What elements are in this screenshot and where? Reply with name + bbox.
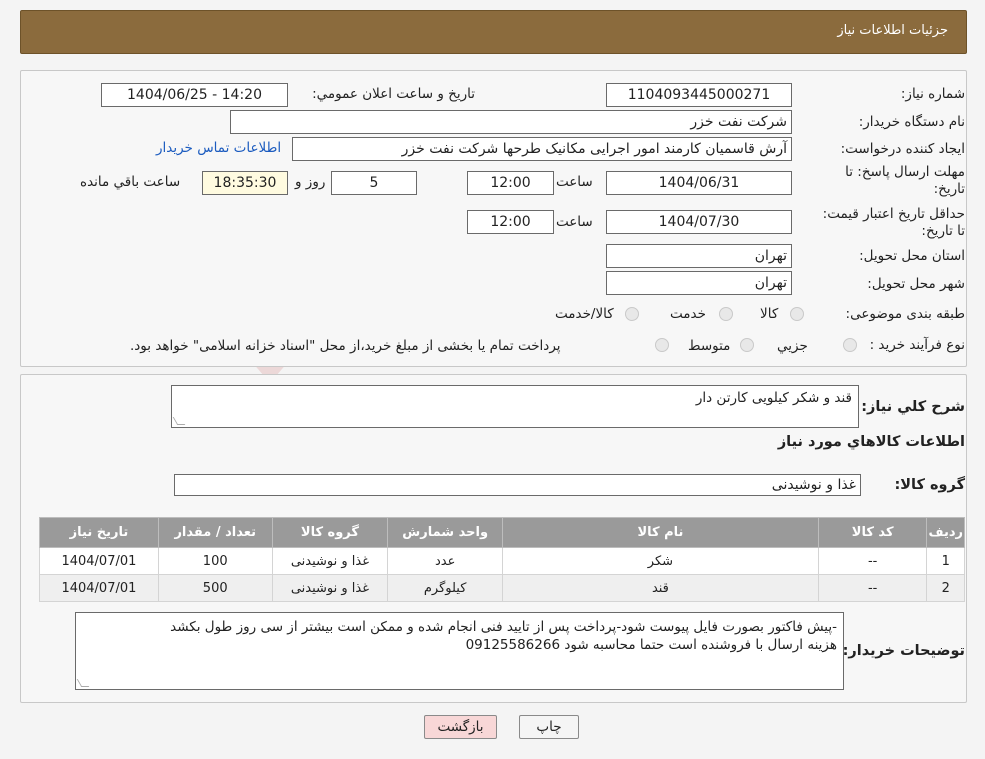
- buyer-org-field: شرکت نفت خزر: [230, 110, 792, 134]
- validity-time-label: ساعت: [556, 214, 593, 230]
- category-option-goods: کالا: [760, 306, 779, 322]
- announce-datetime-field: 1404/06/25 - 14:20: [101, 83, 288, 107]
- process-radio-treasury[interactable]: [655, 338, 669, 352]
- cell-row: 1: [926, 547, 965, 575]
- col-unit: واحد شمارش: [387, 517, 504, 548]
- buyer-notes-line-1: -پیش فاکتور بصورت فایل پیوست شود-پرداخت …: [170, 619, 837, 635]
- time-remaining-field: 18:35:30: [202, 171, 288, 195]
- resize-handle-icon: [172, 417, 186, 425]
- cell-row: 2: [926, 574, 965, 602]
- creator-field: آرش قاسمیان کارمند امور اجرایی مکانیک طر…: [292, 137, 792, 161]
- validity-date-field: 1404/07/30: [606, 210, 792, 234]
- deadline-time-label: ساعت: [556, 174, 593, 190]
- cell-quantity: 100: [157, 547, 273, 575]
- deadline-date-field: 1404/06/31: [606, 171, 792, 195]
- need-number-label: شماره نیاز:: [900, 86, 965, 102]
- summary-text: قند و شکر کیلویی کارتن دار: [695, 390, 852, 406]
- table-row: 1 -- شکر عدد غذا و نوشیدنی 100 1404/07/0…: [39, 547, 965, 575]
- cell-unit: عدد: [387, 547, 504, 575]
- cell-code: --: [817, 547, 928, 575]
- resize-handle-icon: [76, 679, 90, 687]
- city-field: تهران: [606, 271, 792, 295]
- need-number-field: 1104093445000271: [606, 83, 792, 107]
- days-label: روز و: [295, 174, 326, 190]
- table-row: 2 -- قند کیلوگرم غذا و نوشیدنی 500 1404/…: [39, 574, 965, 602]
- back-button[interactable]: بازگشت: [424, 715, 497, 739]
- goods-info-title: اطلاعات کالاهاي مورد نیاز: [777, 434, 965, 450]
- buyer-org-label: نام دستگاه خریدار:: [858, 114, 965, 130]
- page-header: جزئیات اطلاعات نیاز: [20, 10, 967, 54]
- validity-label: حداقل تاریخ اعتبار قیمت: تا تاریخ:: [822, 206, 965, 239]
- cell-code: --: [817, 574, 928, 602]
- buyer-contact-link[interactable]: اطلاعات تماس خریدار: [156, 140, 281, 156]
- deadline-time-field: 12:00: [467, 171, 554, 195]
- province-label: استان محل تحویل:: [859, 248, 965, 264]
- col-code: کد کالا: [817, 517, 928, 548]
- category-label: طبقه بندی موضوعی:: [845, 306, 965, 322]
- col-row: ردیف: [926, 517, 965, 548]
- province-field: تهران: [606, 244, 792, 268]
- announce-label: تاریخ و ساعت اعلان عمومي:: [312, 86, 475, 102]
- category-radio-goods-service[interactable]: [625, 307, 639, 321]
- goods-group-field: غذا و نوشیدنی: [174, 474, 861, 496]
- col-group: گروه کالا: [271, 517, 389, 548]
- process-treasury-note: پرداخت تمام یا بخشی از مبلغ خرید،از محل …: [130, 338, 561, 354]
- days-remaining-field: 5: [331, 171, 417, 195]
- cell-need-date: 1404/07/01: [39, 547, 159, 575]
- page-title: جزئیات اطلاعات نیاز: [837, 23, 948, 38]
- category-option-goods-service: کالا/خدمت: [555, 306, 614, 322]
- process-radio-minor[interactable]: [843, 338, 857, 352]
- process-radio-medium[interactable]: [740, 338, 754, 352]
- goods-group-label: گروه کالا:: [894, 477, 965, 493]
- summary-field[interactable]: قند و شکر کیلویی کارتن دار: [171, 385, 859, 428]
- summary-label: شرح کلي نیاز:: [861, 399, 965, 415]
- table-header-row: ردیف کد کالا نام کالا واحد شمارش گروه کا…: [39, 517, 965, 548]
- category-radio-service[interactable]: [719, 307, 733, 321]
- buyer-notes-field[interactable]: -پیش فاکتور بصورت فایل پیوست شود-پرداخت …: [75, 612, 844, 690]
- city-label: شهر محل تحویل:: [867, 276, 965, 292]
- items-table: ردیف کد کالا نام کالا واحد شمارش گروه کا…: [39, 517, 965, 602]
- cell-name: قند: [502, 574, 819, 602]
- buyer-notes-label: توضیحات خریدار:: [842, 643, 965, 659]
- cell-group: غذا و نوشیدنی: [271, 547, 389, 575]
- cell-need-date: 1404/07/01: [39, 574, 159, 602]
- category-option-service: خدمت: [670, 306, 706, 322]
- buyer-notes-line-2: هزینه ارسال با فروشنده است حتما محاسبه ش…: [465, 637, 837, 653]
- cell-unit: کیلوگرم: [387, 574, 504, 602]
- print-button[interactable]: چاپ: [519, 715, 579, 739]
- deadline-label: مهلت ارسال پاسخ: تا تاریخ:: [845, 164, 965, 197]
- col-quantity: تعداد / مقدار: [157, 517, 273, 548]
- validity-time-field: 12:00: [467, 210, 554, 234]
- cell-quantity: 500: [157, 574, 273, 602]
- cell-group: غذا و نوشیدنی: [271, 574, 389, 602]
- cell-name: شکر: [502, 547, 819, 575]
- category-radio-goods[interactable]: [790, 307, 804, 321]
- time-remaining-label: ساعت باقي مانده: [80, 174, 181, 190]
- process-option-medium: متوسط: [688, 338, 731, 354]
- process-option-minor: جزیي: [777, 338, 808, 354]
- col-need-date: تاریخ نیاز: [39, 517, 159, 548]
- col-name: نام کالا: [502, 517, 819, 548]
- creator-label: ایجاد کننده درخواست:: [840, 141, 965, 157]
- process-label: نوع فرآیند خرید :: [869, 337, 965, 353]
